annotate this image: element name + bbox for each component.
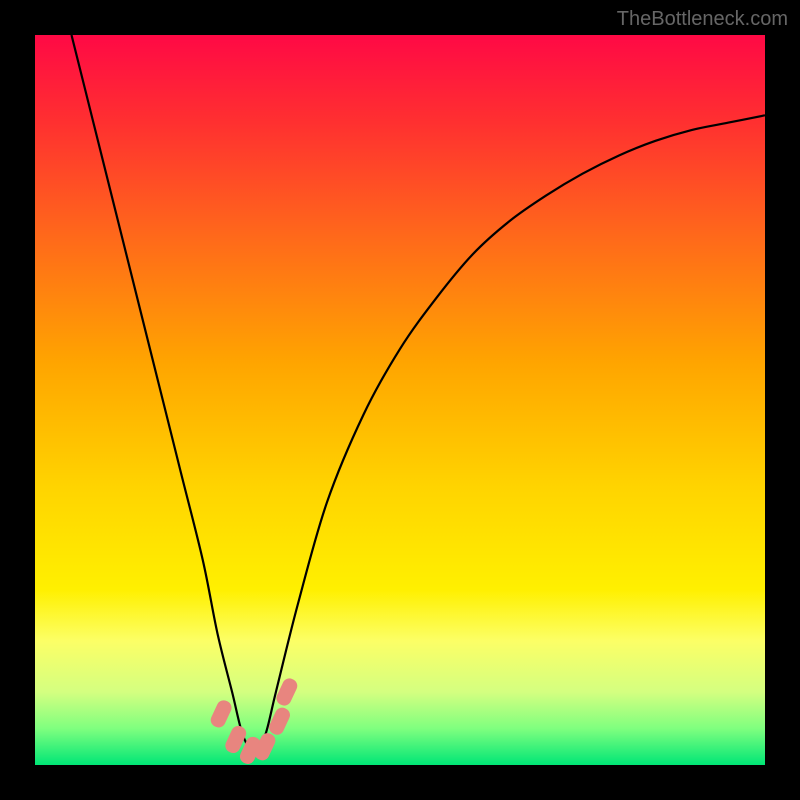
chart-svg	[35, 35, 765, 765]
plot-area	[35, 35, 765, 765]
chart-container: TheBottleneck.com	[0, 0, 800, 800]
watermark-text: TheBottleneck.com	[617, 8, 788, 31]
gradient-background	[35, 35, 765, 765]
